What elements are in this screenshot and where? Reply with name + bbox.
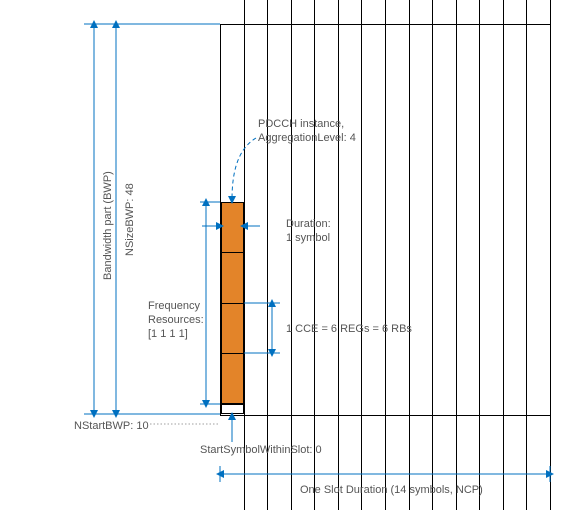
slot-duration-label: One Slot Duration (14 symbols, NCP)	[300, 484, 483, 496]
startsymbol-label: StartSymbolWithinSlot: 0	[200, 444, 322, 456]
symbol-col	[479, 0, 504, 510]
symbol-col	[432, 0, 457, 510]
symbol-col	[526, 0, 551, 510]
start-offset-block	[221, 404, 244, 414]
freqres-label: [1 1 1 1]	[148, 328, 188, 340]
freqres-label: Frequency	[148, 300, 200, 312]
symbol-col	[503, 0, 528, 510]
cce-divider	[221, 353, 244, 354]
pdcch-annotation: AggregationLevel: 4	[258, 132, 356, 144]
cce-divider	[221, 252, 244, 253]
symbol-col	[314, 0, 339, 510]
duration-label: 1 symbol	[286, 232, 330, 244]
pdcch-annotation: PDCCH instance,	[258, 118, 344, 130]
symbol-col	[456, 0, 481, 510]
symbol-col	[244, 0, 269, 510]
bwp-axis-label: Bandwidth part (BWP)	[102, 171, 114, 280]
cce-equiv-label: 1 CCE = 6 REGs = 6 RBs	[286, 323, 412, 335]
symbol-col	[385, 0, 410, 510]
symbol-col	[291, 0, 316, 510]
symbol-col	[338, 0, 363, 510]
symbol-col	[409, 0, 434, 510]
symbol-col	[361, 0, 386, 510]
freqres-label: Resources:	[148, 314, 204, 326]
duration-label: Duration:	[286, 218, 331, 230]
cce-divider	[221, 303, 244, 304]
nsizebwp-label: NSizeBWP: 48	[124, 183, 136, 256]
nstartbwp-label: NStartBWP: 10	[74, 420, 149, 432]
symbol-col	[267, 0, 292, 510]
